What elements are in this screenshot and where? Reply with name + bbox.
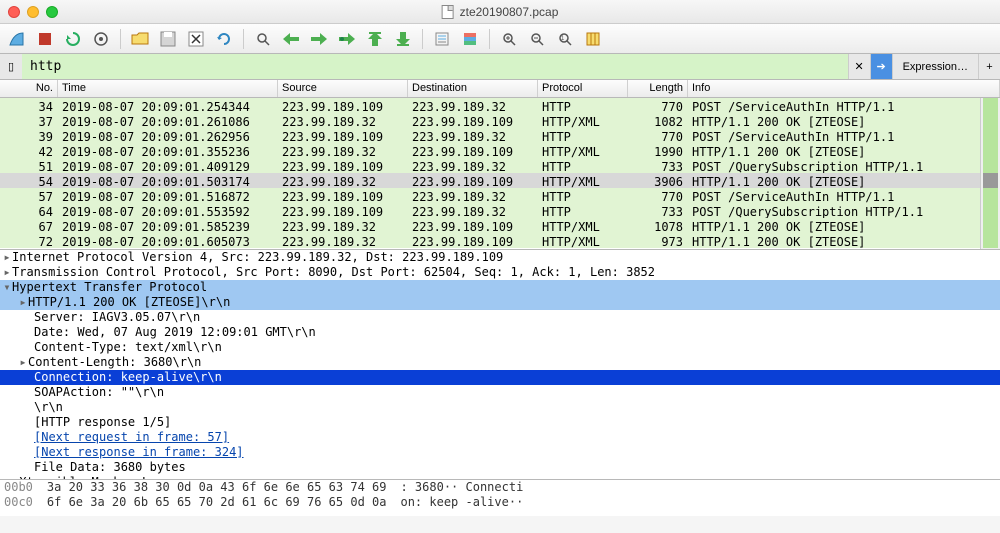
packet-row[interactable]: 642019-08-07 20:09:01.553592223.99.189.1… [0, 203, 1000, 218]
window-title: zte20190807.pcap [442, 5, 559, 19]
packet-row[interactable]: 392019-08-07 20:09:01.262956223.99.189.1… [0, 128, 1000, 143]
apply-filter-button[interactable]: ➔ [870, 54, 892, 79]
detail-server[interactable]: Server: IAGV3.05.07\r\n [0, 310, 1000, 325]
svg-text:1: 1 [561, 36, 565, 42]
zoom-reset-icon[interactable]: 1 [552, 27, 578, 51]
hex-row[interactable]: 00b0 3a 20 33 36 38 30 0d 0a 43 6f 6e 6e… [0, 480, 1000, 495]
detail-connection[interactable]: Connection: keep-alive\r\n [0, 370, 1000, 385]
col-no[interactable]: No. [0, 80, 58, 97]
packet-row[interactable]: 542019-08-07 20:09:01.503174223.99.189.3… [0, 173, 1000, 188]
packet-row[interactable]: 572019-08-07 20:09:01.516872223.99.189.1… [0, 188, 1000, 203]
bookmark-filter-icon[interactable]: ▯ [0, 54, 22, 79]
stop-capture-icon[interactable] [32, 27, 58, 51]
window-titlebar: zte20190807.pcap [0, 0, 1000, 24]
detail-http-status[interactable]: ▸HTTP/1.1 200 OK [ZTEOSE]\r\n [0, 295, 1000, 310]
hex-ascii: : 3680·· Connecti [400, 480, 523, 495]
find-icon[interactable] [250, 27, 276, 51]
packet-row[interactable]: 512019-08-07 20:09:01.409129223.99.189.1… [0, 158, 1000, 173]
window-title-text: zte20190807.pcap [460, 5, 559, 19]
document-icon [442, 5, 454, 19]
packet-row[interactable]: 422019-08-07 20:09:01.355236223.99.189.3… [0, 143, 1000, 158]
autoscroll-icon[interactable] [429, 27, 455, 51]
packet-scrollbar[interactable] [980, 98, 1000, 249]
col-protocol[interactable]: Protocol [538, 80, 628, 97]
reload-icon[interactable] [211, 27, 237, 51]
go-forward-icon[interactable] [306, 27, 332, 51]
zoom-icon[interactable] [46, 6, 58, 18]
col-source[interactable]: Source [278, 80, 408, 97]
go-back-icon[interactable] [278, 27, 304, 51]
detail-file-data[interactable]: File Data: 3680 bytes [0, 460, 1000, 475]
colorize-icon[interactable] [457, 27, 483, 51]
col-destination[interactable]: Destination [408, 80, 538, 97]
display-filter-input[interactable] [22, 54, 848, 79]
packet-row[interactable]: 722019-08-07 20:09:01.605073223.99.189.3… [0, 233, 1000, 248]
detail-content-length[interactable]: ▸Content-Length: 3680\r\n [0, 355, 1000, 370]
open-file-icon[interactable] [127, 27, 153, 51]
detail-date[interactable]: Date: Wed, 07 Aug 2019 12:09:01 GMT\r\n [0, 325, 1000, 340]
detail-content-type[interactable]: Content-Type: text/xml\r\n [0, 340, 1000, 355]
shark-fin-icon[interactable] [4, 27, 30, 51]
close-file-icon[interactable] [183, 27, 209, 51]
expression-button[interactable]: Expression… [892, 54, 978, 79]
col-length[interactable]: Length [628, 80, 688, 97]
col-info[interactable]: Info [688, 80, 1000, 97]
go-first-icon[interactable] [362, 27, 388, 51]
packet-bytes-pane[interactable]: 00b0 3a 20 33 36 38 30 0d 0a 43 6f 6e 6e… [0, 480, 1000, 516]
add-filter-button[interactable]: + [978, 54, 1000, 79]
zoom-out-icon[interactable] [524, 27, 550, 51]
close-icon[interactable] [8, 6, 20, 18]
hex-bytes: 6f 6e 3a 20 6b 65 65 70 2d 61 6c 69 76 6… [47, 495, 387, 510]
save-file-icon[interactable] [155, 27, 181, 51]
packet-row[interactable]: 672019-08-07 20:09:01.585239223.99.189.3… [0, 218, 1000, 233]
packet-list-header: No. Time Source Destination Protocol Len… [0, 80, 1000, 98]
resize-columns-icon[interactable] [580, 27, 606, 51]
hex-offset: 00b0 [4, 480, 33, 495]
packet-row[interactable]: 342019-08-07 20:09:01.254344223.99.189.1… [0, 98, 1000, 113]
detail-crlf[interactable]: \r\n [0, 400, 1000, 415]
minimize-icon[interactable] [27, 6, 39, 18]
display-filter-bar: ▯ ✕ ➔ Expression… + [0, 54, 1000, 80]
hex-offset: 00c0 [4, 495, 33, 510]
detail-next-request[interactable]: [Next request in frame: 57] [0, 430, 1000, 445]
hex-ascii: on: keep -alive·· [400, 495, 523, 510]
packet-details-pane[interactable]: ▸Internet Protocol Version 4, Src: 223.9… [0, 250, 1000, 480]
main-toolbar: 1 [0, 24, 1000, 54]
packet-row[interactable]: 372019-08-07 20:09:01.261086223.99.189.3… [0, 113, 1000, 128]
go-last-icon[interactable] [390, 27, 416, 51]
capture-options-icon[interactable] [88, 27, 114, 51]
window-controls[interactable] [8, 6, 58, 18]
detail-tcp[interactable]: ▸Transmission Control Protocol, Src Port… [0, 265, 1000, 280]
hex-bytes: 3a 20 33 36 38 30 0d 0a 43 6f 6e 6e 65 6… [47, 480, 387, 495]
packet-list-pane[interactable]: No. Time Source Destination Protocol Len… [0, 80, 1000, 250]
detail-soapaction[interactable]: SOAPAction: ""\r\n [0, 385, 1000, 400]
hex-row[interactable]: 00c0 6f 6e 3a 20 6b 65 65 70 2d 61 6c 69… [0, 495, 1000, 510]
col-time[interactable]: Time [58, 80, 278, 97]
zoom-in-icon[interactable] [496, 27, 522, 51]
restart-capture-icon[interactable] [60, 27, 86, 51]
detail-response-count[interactable]: [HTTP response 1/5] [0, 415, 1000, 430]
go-to-packet-icon[interactable] [334, 27, 360, 51]
detail-next-response[interactable]: [Next response in frame: 324] [0, 445, 1000, 460]
detail-http[interactable]: ▾Hypertext Transfer Protocol [0, 280, 1000, 295]
detail-ip[interactable]: ▸Internet Protocol Version 4, Src: 223.9… [0, 250, 1000, 265]
clear-filter-button[interactable]: ✕ [848, 54, 870, 79]
